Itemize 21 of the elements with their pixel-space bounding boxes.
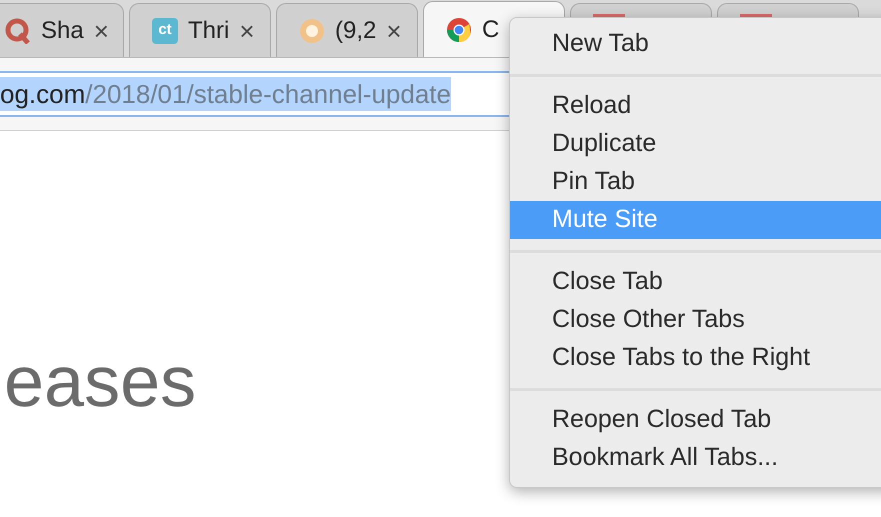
page-heading: eases: [4, 346, 196, 418]
browser-tab[interactable]: Sha ×: [0, 3, 124, 57]
menu-item[interactable]: Pin Tab: [510, 163, 881, 201]
menu-item[interactable]: Close Other Tabs: [510, 301, 881, 339]
url-domain: og.com: [0, 79, 86, 109]
menu-item[interactable]: Duplicate: [510, 125, 881, 163]
close-tab-button[interactable]: ×: [386, 18, 402, 44]
menu-item[interactable]: Close Tab: [510, 263, 881, 301]
browser-tab[interactable]: (9,2 ×: [276, 3, 418, 57]
speech-bubble-icon: ct: [152, 18, 178, 44]
tab-title: C: [482, 14, 500, 44]
url-path: /2018/01/stable-channel-update: [85, 79, 451, 109]
menu-item[interactable]: Reopen Closed Tab: [510, 401, 881, 439]
close-tab-button[interactable]: ×: [94, 18, 109, 44]
tab-title: Thri: [188, 16, 230, 46]
tab-title: Sha: [41, 16, 84, 46]
menu-item[interactable]: Bookmark All Tabs...: [510, 439, 881, 477]
tab-title: (9,2: [335, 16, 376, 46]
close-tab-button[interactable]: ×: [239, 18, 255, 44]
menu-item[interactable]: Close Tabs to the Right: [510, 339, 881, 377]
browser-tab[interactable]: ct Thri ×: [129, 3, 271, 57]
